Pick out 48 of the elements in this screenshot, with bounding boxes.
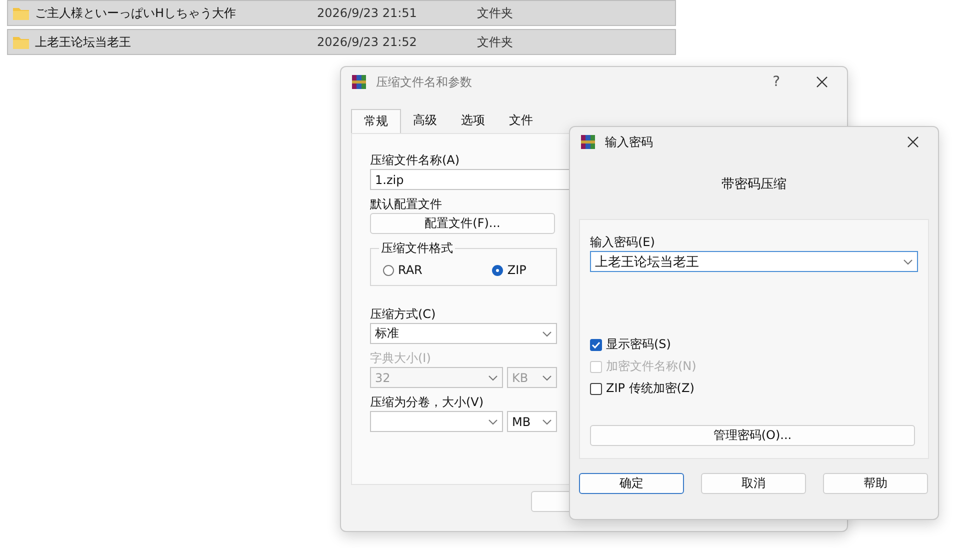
chevron-down-icon bbox=[542, 374, 552, 380]
folder-row[interactable]: ご主人様といーっぱいHしちゃう大作 2026/9/23 21:51 文件夹 bbox=[7, 0, 676, 26]
chevron-down-icon bbox=[488, 418, 498, 424]
tab[interactable]: 常规 bbox=[351, 109, 401, 133]
manage-passwords-button[interactable]: 管理密码(O)... bbox=[590, 425, 915, 446]
field-label: 字典大小(I) bbox=[370, 350, 431, 367]
radio-option[interactable]: ZIP bbox=[492, 263, 526, 277]
folder-name: 上老王论坛当老王 bbox=[35, 34, 132, 50]
window-title: 输入密码 bbox=[605, 134, 654, 150]
tab[interactable]: 文件 bbox=[497, 109, 545, 133]
archive-app-icon bbox=[351, 74, 367, 90]
chevron-down-icon bbox=[542, 418, 552, 424]
field-label: 压缩为分卷，大小(V) bbox=[370, 394, 484, 411]
unit-dropdown[interactable]: MB bbox=[507, 411, 557, 432]
modified-date: 2026/9/23 21:52 bbox=[317, 35, 418, 49]
tab[interactable]: 高级 bbox=[401, 109, 449, 133]
file-type: 文件夹 bbox=[477, 4, 513, 22]
field-label: 压缩文件名称(A) bbox=[370, 152, 460, 169]
chevron-down-icon bbox=[488, 374, 498, 380]
file-type: 文件夹 bbox=[477, 34, 513, 50]
help-button[interactable]: ? bbox=[772, 74, 780, 90]
dialog-heading: 带密码压缩 bbox=[720, 176, 788, 193]
folder-icon bbox=[12, 6, 30, 20]
field-label: 输入密码(E) bbox=[590, 234, 656, 251]
tab[interactable]: 选项 bbox=[449, 109, 497, 133]
method-dropdown[interactable]: 标准 bbox=[370, 323, 557, 344]
dialog-button[interactable]: 确定 bbox=[579, 473, 684, 494]
close-icon[interactable] bbox=[815, 75, 829, 89]
folder-row[interactable]: 上老王论坛当老王 2026/9/23 21:52 文件夹 bbox=[7, 29, 676, 55]
field-label: 默认配置文件 bbox=[370, 196, 442, 213]
password-field[interactable]: 上老王论坛当老王 bbox=[590, 251, 918, 272]
folder-icon bbox=[12, 34, 30, 50]
modified-date: 2026/9/23 21:51 bbox=[317, 6, 418, 20]
group-legend: 压缩文件格式 bbox=[379, 240, 455, 257]
folder-name: ご主人様といーっぱいHしちゃう大作 bbox=[35, 4, 238, 22]
field-label: 压缩方式(C) bbox=[370, 306, 436, 323]
checkbox-option[interactable]: 显示密码(S) bbox=[590, 336, 918, 353]
dialog-button[interactable]: 帮助 bbox=[823, 473, 928, 494]
chevron-down-icon bbox=[903, 258, 913, 264]
checkmark-icon bbox=[591, 340, 601, 350]
checkbox-option[interactable]: ZIP 传统加密(Z) bbox=[590, 380, 918, 397]
window-title: 压缩文件名和参数 bbox=[376, 74, 473, 90]
dialog-button[interactable]: 取消 bbox=[701, 473, 806, 494]
archive-app-icon bbox=[580, 134, 596, 150]
close-icon[interactable] bbox=[906, 135, 920, 149]
radio-option[interactable]: RAR bbox=[383, 263, 422, 277]
profile-button[interactable]: 配置文件(F)... bbox=[370, 213, 555, 234]
chevron-down-icon bbox=[542, 330, 552, 336]
